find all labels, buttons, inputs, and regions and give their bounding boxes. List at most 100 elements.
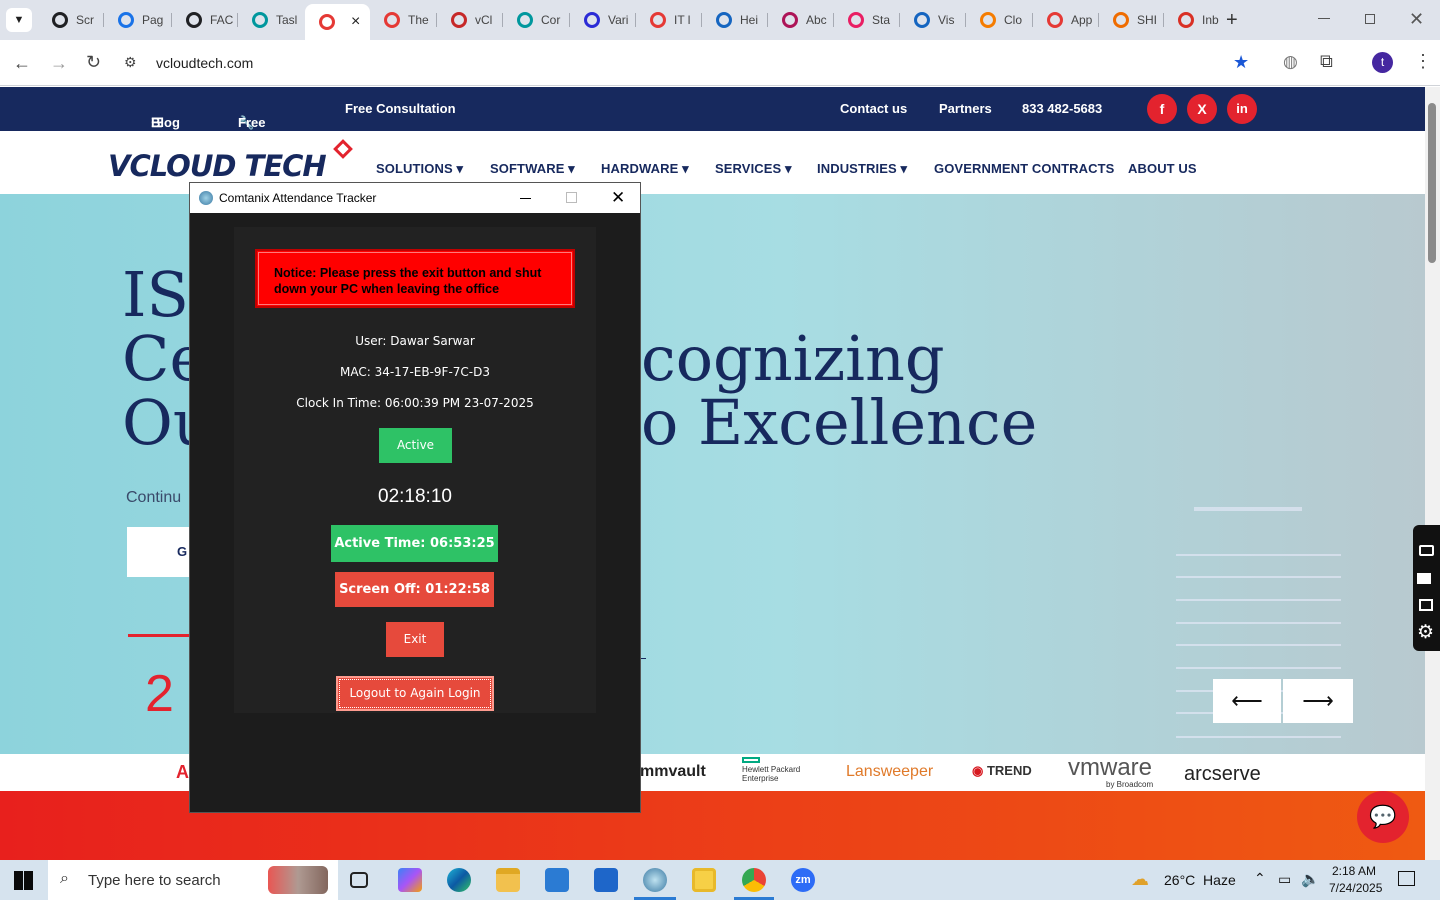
active-time-button[interactable]: Active Time: 06:53:25 (331, 525, 498, 562)
tab-search-button[interactable]: ▼ (6, 8, 32, 32)
next-slide-button[interactable]: ⟶ (1283, 679, 1353, 723)
browser-tab[interactable]: Inb (1164, 7, 1222, 33)
nav-item[interactable]: SOLUTIONS ▾ (376, 161, 463, 177)
zoom-icon[interactable]: zm (791, 868, 815, 892)
screen-off-button[interactable]: Screen Off: 01:22:58 (335, 572, 494, 607)
browser-tab[interactable]: Pag (104, 7, 172, 33)
copilot-icon[interactable] (398, 868, 422, 892)
chat-button[interactable]: 💬 (1357, 791, 1409, 843)
network-icon[interactable]: ▭ (1278, 871, 1291, 888)
browser-tab-strip: ▼ Scr Pag FAC Tasl × The vCl Cor Vari IT l Hei Abc S… (0, 0, 1440, 40)
clock-date[interactable]: 7/24/2025 (1329, 881, 1382, 895)
close-window-button[interactable]: ✕ (1409, 9, 1424, 30)
partners-link[interactable]: Partners (939, 101, 992, 116)
browser-tab[interactable]: The (370, 7, 437, 33)
browser-tab[interactable]: SHI (1099, 7, 1164, 33)
partner-logo-commvault: mmvault (640, 763, 706, 780)
phone-link[interactable]: 833 482-5683 (1022, 101, 1102, 116)
browser-tab[interactable]: Tasl (238, 7, 305, 33)
extensions-icon[interactable]: ⧉ (1320, 52, 1333, 70)
volume-icon[interactable]: 🔈 (1301, 870, 1320, 888)
minimize-window-button[interactable] (1318, 18, 1330, 19)
new-tab-button[interactable]: + (1226, 9, 1238, 32)
minimize-button[interactable] (520, 198, 531, 199)
browser-tab[interactable]: FAC (172, 7, 238, 33)
task-view-icon[interactable] (350, 872, 368, 888)
site-settings-icon[interactable]: ⚙ (124, 55, 137, 69)
chevron-up-icon[interactable]: ⌃ (1254, 870, 1266, 887)
browser-tab[interactable]: Hei (702, 7, 768, 33)
page-scrollbar[interactable] (1425, 87, 1440, 860)
edge-icon[interactable] (447, 868, 471, 892)
sticky-notes-icon[interactable] (692, 868, 716, 892)
notifications-icon[interactable] (1398, 871, 1415, 886)
bookmark-star-icon[interactable]: ★ (1233, 53, 1249, 71)
tracker-app-icon[interactable] (643, 868, 667, 892)
browser-tab[interactable]: Sta (834, 7, 900, 33)
prev-slide-button[interactable]: ⟵ (1213, 679, 1281, 723)
nav-item[interactable]: SERVICES ▾ (715, 161, 792, 177)
nav-item[interactable]: INDUSTRIES ▾ (817, 161, 907, 177)
browser-tab[interactable]: vCl (437, 7, 503, 33)
nav-item-label: SOLUTIONS (376, 161, 453, 176)
chevron-down-icon: ▾ (896, 161, 908, 176)
browser-tab[interactable]: Abc (768, 7, 834, 33)
x-twitter-icon[interactable]: X (1187, 94, 1217, 124)
hero-divider (641, 658, 646, 659)
chrome-icon[interactable] (742, 868, 766, 892)
browser-tab[interactable]: Vis (900, 7, 966, 33)
tab-label: Scr (76, 13, 94, 27)
taskbar-search-box[interactable]: ⌕ Type here to search (48, 860, 338, 900)
weather-text[interactable]: 26°C Haze (1164, 872, 1236, 888)
clock-time[interactable]: 2:18 AM (1332, 864, 1376, 878)
profile-avatar[interactable]: t (1372, 52, 1393, 73)
browser-tab[interactable]: IT l (636, 7, 702, 33)
scrollbar-thumb[interactable] (1428, 103, 1436, 263)
browser-tab[interactable]: App (1033, 7, 1099, 33)
linkedin-icon[interactable]: in (1227, 94, 1257, 124)
file-explorer-icon[interactable] (496, 868, 520, 892)
browser-tab[interactable]: Clo (966, 7, 1033, 33)
exit-button[interactable]: Exit (386, 622, 444, 657)
start-windows-icon[interactable] (14, 871, 33, 890)
restore-window-button[interactable] (1365, 14, 1375, 24)
browser-tab[interactable]: × (305, 4, 370, 40)
mail-icon[interactable] (594, 868, 618, 892)
browser-tab[interactable]: Cor (503, 7, 570, 33)
back-arrow-icon[interactable]: ← (13, 54, 31, 72)
elapsed-timer: 02:18:10 (378, 486, 452, 507)
site-logo[interactable]: VCLOUD TECH (108, 149, 327, 183)
nav-item[interactable]: SOFTWARE ▾ (490, 161, 575, 177)
facebook-icon[interactable]: f (1147, 94, 1177, 124)
windows-icon[interactable] (1419, 599, 1433, 611)
partner-logo-vmware: vmware (1068, 754, 1153, 781)
hero-cta-button[interactable]: G (127, 527, 197, 577)
nav-item[interactable]: ABOUT US (1128, 161, 1197, 176)
free-consultation-link[interactable]: Free Consultation (345, 101, 456, 116)
logout-button[interactable]: Logout to Again Login (336, 676, 494, 711)
store-icon[interactable] (545, 868, 569, 892)
close-button[interactable]: ✕ (611, 188, 625, 208)
video-icon[interactable] (1417, 573, 1431, 584)
browser-tab[interactable]: Vari (570, 7, 636, 33)
reload-icon[interactable]: ↻ (86, 53, 101, 71)
address-bar[interactable]: ⚙ vcloudtech.com (116, 46, 1266, 80)
contact-link[interactable]: Contact us (840, 101, 907, 116)
camera-icon[interactable] (1419, 545, 1434, 556)
status-badge: Active (379, 428, 452, 463)
menu-dots-icon[interactable]: ⋮ (1414, 52, 1432, 70)
tab-close-icon[interactable]: × (351, 13, 360, 31)
browser-toolbar: ← → ↻ ⚙ vcloudtech.com ★ ◍ ⧉ t ⋮ (0, 40, 1440, 86)
window-title-bar[interactable]: Comtanix Attendance Tracker ✕ (190, 183, 640, 213)
url-text[interactable]: vcloudtech.com (156, 55, 253, 71)
forward-arrow-icon[interactable]: → (50, 54, 68, 72)
nav-item[interactable]: HARDWARE ▾ (601, 161, 689, 177)
browser-tab[interactable]: Scr (38, 7, 104, 33)
weather-icon[interactable]: ☁ (1131, 869, 1149, 890)
attendance-tracker-window: Comtanix Attendance Tracker ✕ Notice: Pl… (189, 182, 641, 813)
settings-gear-icon[interactable]: ⚙ (1417, 621, 1434, 644)
tab-favicon-icon (252, 12, 268, 28)
nav-item[interactable]: GOVERNMENT CONTRACTS (934, 161, 1114, 176)
translate-icon[interactable]: ◍ (1283, 53, 1298, 70)
maximize-button[interactable] (566, 192, 577, 203)
